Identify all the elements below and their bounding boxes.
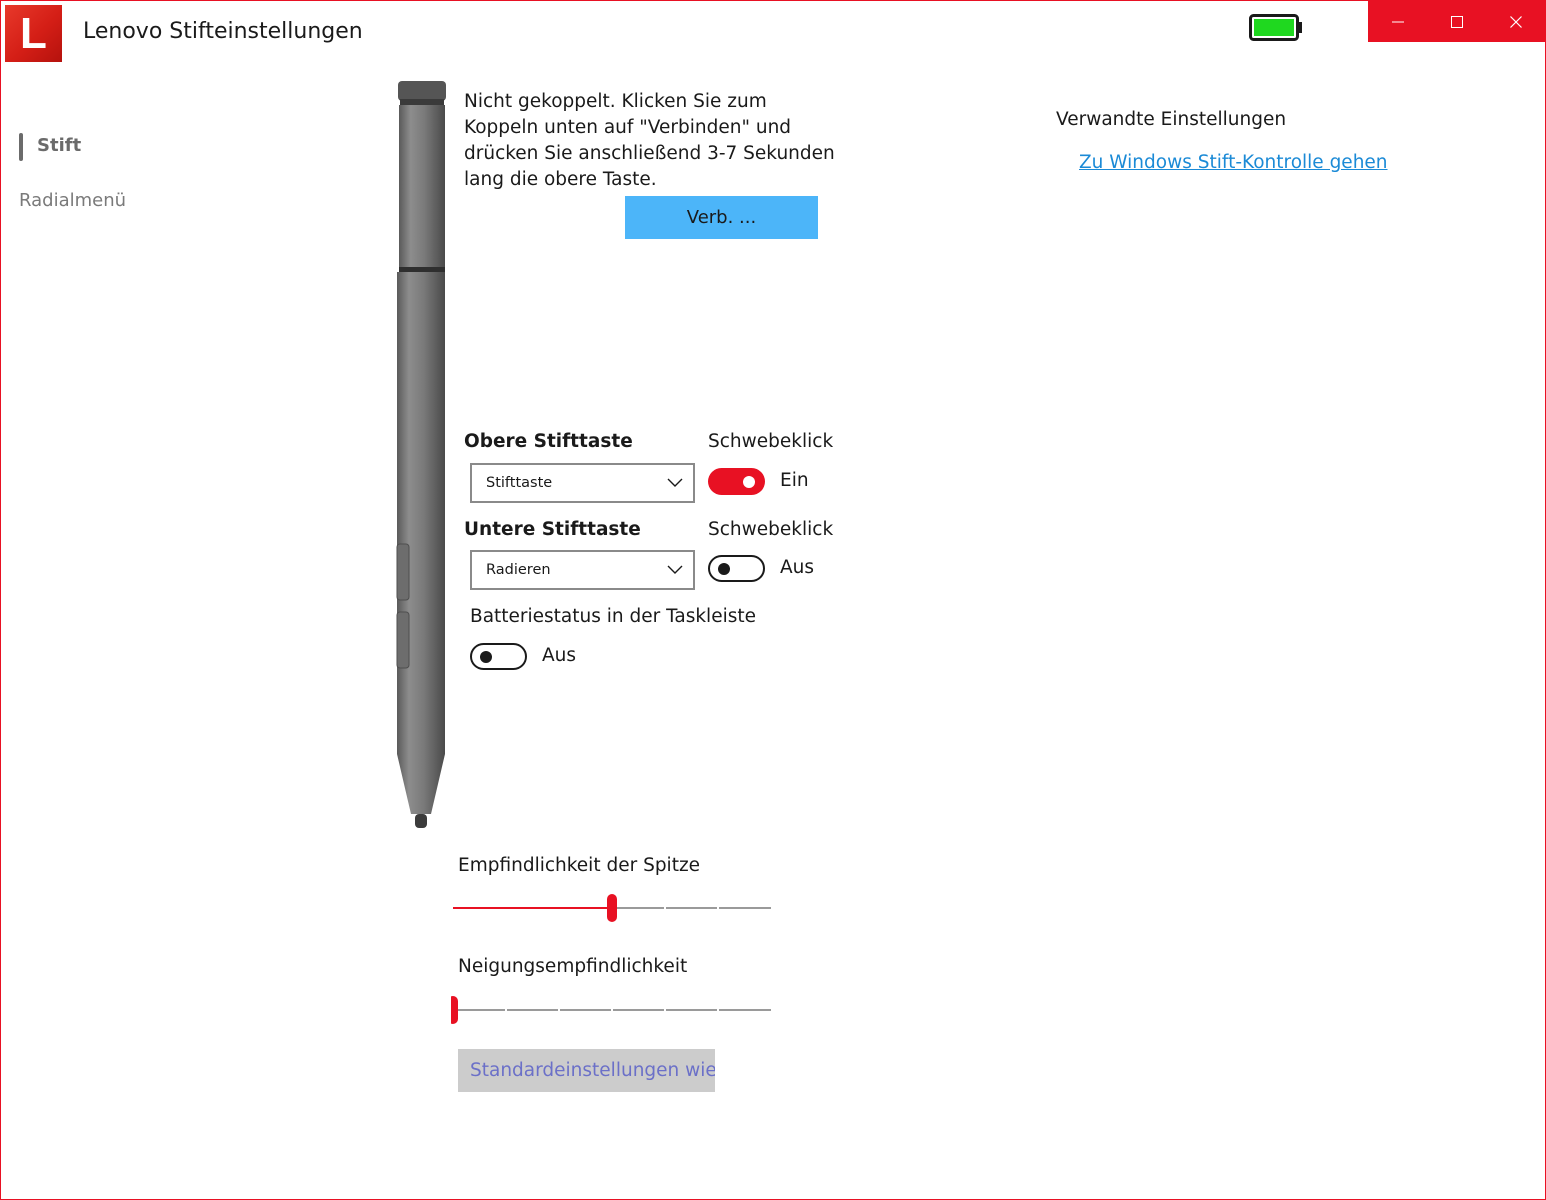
lower-hover-toggle[interactable]	[708, 555, 765, 582]
chevron-down-icon	[657, 478, 693, 488]
minimize-button[interactable]	[1368, 1, 1427, 42]
slider-thumb[interactable]	[607, 894, 617, 922]
nav-item-radialmenu[interactable]: Radialmenü	[19, 190, 126, 211]
pairing-message: Nicht gekoppelt. Klicken Sie zum Koppeln…	[464, 91, 835, 190]
battery-taskbar-toggle[interactable]	[470, 643, 527, 670]
nav-item-stift[interactable]: Stift	[37, 135, 81, 156]
tip-sensitivity-slider[interactable]	[451, 893, 773, 923]
reset-defaults-button[interactable]: Standardeinstellungen wiederherstellen	[458, 1049, 715, 1092]
tilt-sensitivity-label: Neigungsempfindlichkeit	[458, 956, 688, 977]
app-window: L Lenovo Stifteinstellungen Stift Radial…	[0, 0, 1546, 1200]
close-icon	[1510, 15, 1523, 28]
upper-button-label: Obere Stifttaste	[464, 431, 633, 452]
related-settings-title: Verwandte Einstellungen	[1056, 109, 1287, 130]
windows-pen-settings-link[interactable]: Zu Windows Stift-Kontrolle gehen	[1079, 152, 1388, 173]
chevron-down-icon	[657, 565, 693, 575]
lower-button-value: Radieren	[486, 562, 551, 578]
close-button[interactable]	[1487, 1, 1546, 42]
lower-hover-label: Schwebeklick	[708, 519, 834, 540]
upper-hover-label: Schwebeklick	[708, 431, 834, 452]
upper-hover-toggle[interactable]	[708, 468, 765, 495]
window-controls	[1368, 1, 1546, 42]
pen-image	[389, 79, 453, 839]
tip-sensitivity-label: Empfindlichkeit der Spitze	[458, 855, 701, 876]
battery-icon	[1249, 14, 1303, 41]
upper-hover-state: Ein	[780, 470, 809, 491]
lower-hover-state: Aus	[780, 557, 815, 578]
nav-active-indicator	[19, 133, 23, 161]
slider-thumb[interactable]	[451, 996, 458, 1024]
battery-taskbar-state: Aus	[542, 645, 577, 666]
minimize-icon	[1391, 21, 1404, 22]
lenovo-logo: L	[5, 5, 62, 62]
lower-button-dropdown[interactable]: Radieren	[470, 550, 695, 590]
maximize-button[interactable]	[1427, 1, 1486, 42]
connect-button[interactable]: Verb. ...	[625, 196, 818, 239]
window-title: Lenovo Stifteinstellungen	[83, 19, 363, 44]
tilt-sensitivity-slider[interactable]	[451, 995, 773, 1025]
battery-taskbar-label: Batteriestatus in der Taskleiste	[470, 606, 756, 627]
upper-button-value: Stifttaste	[486, 475, 553, 491]
maximize-icon	[1450, 15, 1463, 28]
upper-button-dropdown[interactable]: Stifttaste	[470, 463, 695, 503]
lower-button-label: Untere Stifttaste	[464, 519, 641, 540]
